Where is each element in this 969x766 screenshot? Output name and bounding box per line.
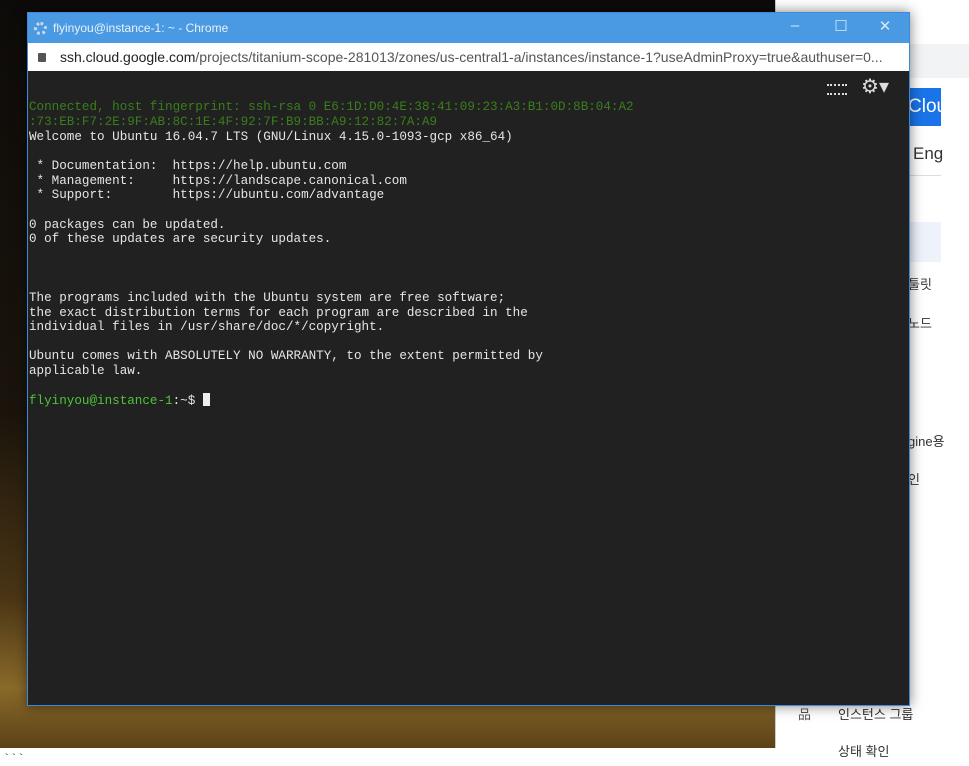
terminal-line: * Management: https://landscape.canonica… [29,173,407,188]
app-icon [34,21,47,35]
terminal-line: * Support: https://ubuntu.com/advantage [29,188,385,203]
window-title: flyinyou@instance-1: ~ - Chrome [53,21,229,35]
background-title: Eng [913,144,944,163]
nav-item[interactable]: 툴릿 [908,274,932,293]
url-host: ssh.cloud.google.com [60,49,196,65]
lock-icon [38,52,46,62]
close-button[interactable]: ✕ [875,17,895,35]
maximize-button[interactable]: ☐ [831,17,851,35]
cursor [202,393,210,407]
terminal-line: applicable law. [29,364,143,379]
terminal-line: Connected, host fingerprint: ssh-rsa 0 E… [29,100,634,115]
ssh-window: flyinyou@instance-1: ~ - Chrome – ☐ ✕ ss… [27,12,910,706]
prompt-user: flyinyou@instance-1 [29,394,173,409]
terminal-line: Ubuntu comes with ABSOLUTELY NO WARRANTY… [29,349,543,364]
keyboard-icon[interactable] [827,83,848,95]
instance-group-icon: 品 [798,707,812,722]
terminal-line: 0 packages can be updated. [29,217,226,232]
url-path: /projects/titanium-scope-281013/zones/us… [195,49,883,65]
terminal-line: :73:EB:F7:2E:9F:AB:8C:1E:4F:92:7F:B9:BB:… [29,114,438,129]
title-bar[interactable]: flyinyou@instance-1: ~ - Chrome – ☐ ✕ [28,13,909,43]
terminal-line: The programs included with the Ubuntu sy… [29,290,506,305]
nav-item-instance-groups[interactable]: 인스턴스 그룹 [838,704,913,723]
nav-item[interactable]: 노드 [908,313,932,332]
address-bar[interactable]: ssh.cloud.google.com/projects/titanium-s… [28,43,909,71]
prompt-line: flyinyou@instance-1:~$ [29,393,909,409]
minimize-button[interactable]: – [785,17,805,34]
terminal-line: the exact distribution terms for each pr… [29,305,528,320]
terminal-line: Welcome to Ubuntu 16.04.7 LTS (GNU/Linux… [29,129,513,144]
terminal[interactable]: Connected, host fingerprint: ssh-rsa 0 E… [28,71,909,453]
terminal-line: individual files in /usr/share/doc/*/cop… [29,320,385,335]
terminal-line: 0 of these updates are security updates. [29,232,332,247]
stray-text: ``` [3,752,25,766]
nav-item[interactable]: gine용 [908,431,945,450]
nav-item-health-checks[interactable]: 상태 확인 [838,741,889,760]
prompt-suffix: :~$ [172,394,203,409]
terminal-toolbar: ⚙▾ [827,79,889,99]
settings-gear-icon[interactable]: ⚙▾ [861,79,889,99]
terminal-line: * Documentation: https://help.ubuntu.com [29,158,347,173]
